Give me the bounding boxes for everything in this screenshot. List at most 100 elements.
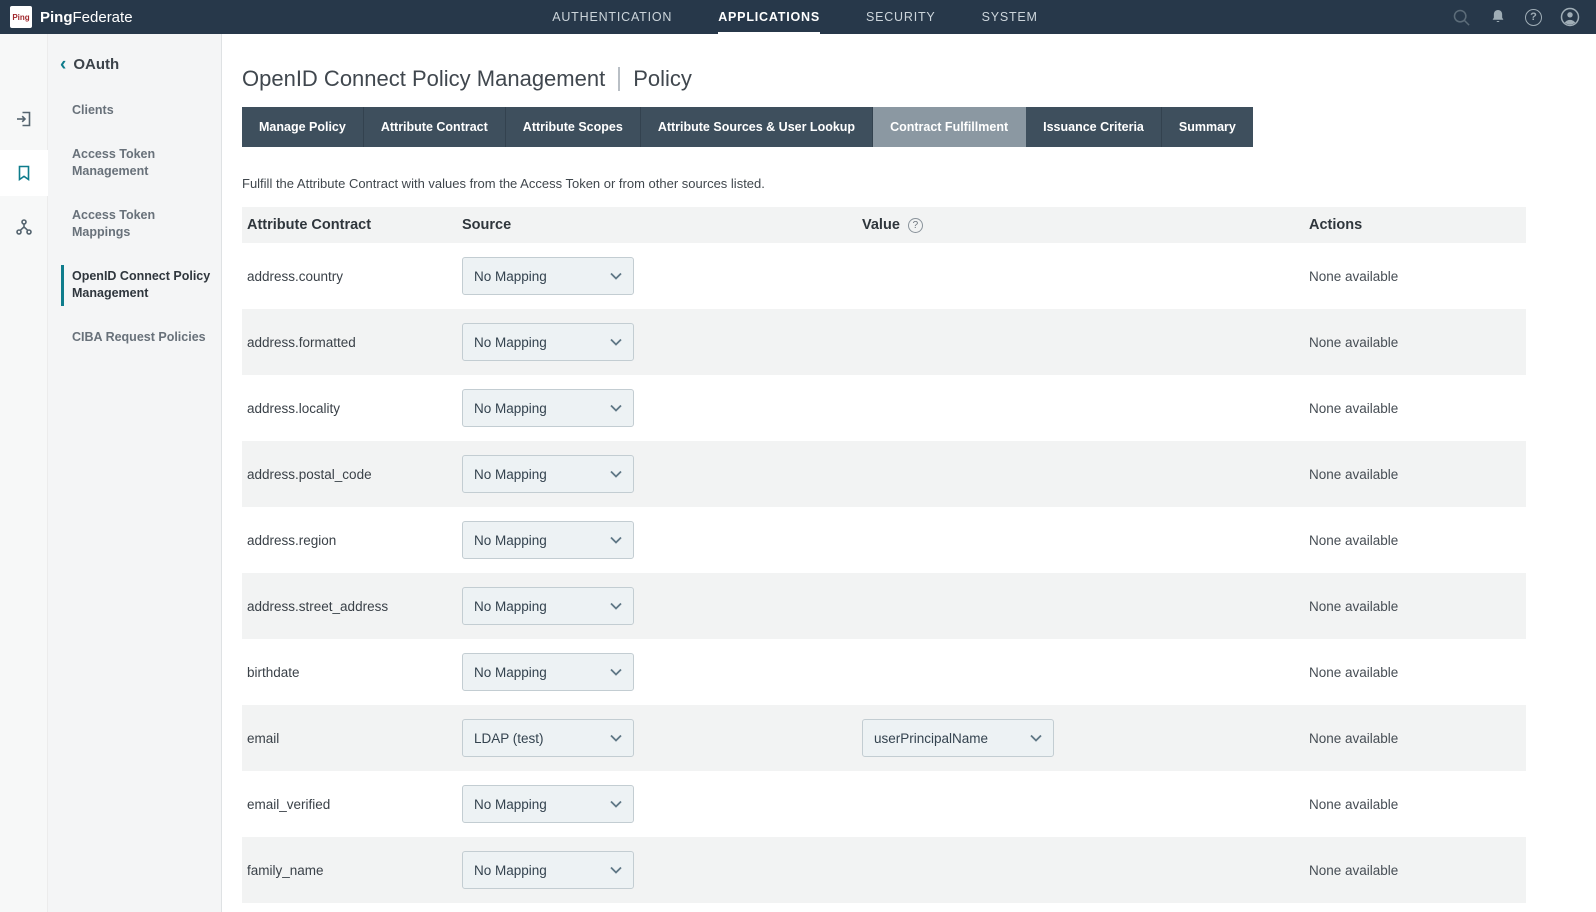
- value-select[interactable]: userPrincipalName: [862, 719, 1054, 757]
- notifications-bell-icon[interactable]: [1489, 8, 1507, 26]
- account-icon[interactable]: [1560, 7, 1580, 27]
- source-select[interactable]: No Mapping: [462, 257, 634, 295]
- app-window: Ping PingFederate AUTHENTICATION APPLICA…: [0, 0, 1596, 912]
- attribute-name: address.country: [247, 269, 343, 284]
- table-row: family_name No Mapping None available: [242, 837, 1526, 903]
- source-select-label: No Mapping: [474, 665, 547, 680]
- source-select[interactable]: LDAP (test): [462, 719, 634, 757]
- actions-text: None available: [1309, 467, 1398, 482]
- tab-attribute-sources-user-lookup[interactable]: Attribute Sources & User Lookup: [641, 107, 873, 147]
- title-divider: [618, 67, 620, 91]
- brand-federate: Federate: [73, 9, 133, 26]
- source-select-label: No Mapping: [474, 401, 547, 416]
- table-body: address.country No Mapping None availabl…: [242, 243, 1526, 903]
- table-row: address.country No Mapping None availabl…: [242, 243, 1526, 309]
- brand-text: PingFederate: [40, 9, 133, 26]
- table-row: address.formatted No Mapping None availa…: [242, 309, 1526, 375]
- source-select[interactable]: No Mapping: [462, 389, 634, 427]
- authentication-icon[interactable]: [0, 96, 48, 142]
- table-row: address.locality No Mapping None availab…: [242, 375, 1526, 441]
- source-select-label: LDAP (test): [474, 731, 544, 746]
- sidebar-back-oauth[interactable]: ‹ OAuth: [48, 56, 221, 89]
- nav-applications[interactable]: APPLICATIONS: [718, 0, 820, 34]
- nav-system[interactable]: SYSTEM: [982, 0, 1038, 34]
- chevron-down-icon: [1030, 734, 1042, 742]
- nav-authentication[interactable]: AUTHENTICATION: [552, 0, 672, 34]
- attribute-name: address.locality: [247, 401, 340, 416]
- page-body: ‹ OAuth Clients Access Token Management …: [0, 34, 1596, 912]
- source-select-label: No Mapping: [474, 335, 547, 350]
- header-source: Source: [457, 217, 857, 233]
- tab-issuance-criteria[interactable]: Issuance Criteria: [1026, 107, 1162, 147]
- sidebar-items: Clients Access Token Management Access T…: [48, 89, 221, 359]
- source-select[interactable]: No Mapping: [462, 521, 634, 559]
- source-select-label: No Mapping: [474, 467, 547, 482]
- nav-security[interactable]: SECURITY: [866, 0, 936, 34]
- attribute-name: email: [247, 731, 279, 746]
- source-select[interactable]: No Mapping: [462, 587, 634, 625]
- table-row: address.region No Mapping None available: [242, 507, 1526, 573]
- value-help-icon[interactable]: ?: [908, 218, 923, 233]
- fulfillment-table: Attribute Contract Source Value ? Action…: [242, 207, 1526, 903]
- actions-text: None available: [1309, 599, 1398, 614]
- sidebar-back-label: OAuth: [73, 56, 119, 73]
- chevron-down-icon: [610, 470, 622, 478]
- table-header: Attribute Contract Source Value ? Action…: [242, 207, 1526, 243]
- attribute-name: address.postal_code: [247, 467, 372, 482]
- page-title-sub: Policy: [633, 66, 692, 92]
- chevron-down-icon: [610, 800, 622, 808]
- sidebar-item-access-token-management[interactable]: Access Token Management: [48, 133, 221, 194]
- tab-manage-policy[interactable]: Manage Policy: [242, 107, 364, 147]
- help-icon[interactable]: ?: [1525, 9, 1542, 26]
- sidebar-item-openid-connect-policy-management[interactable]: OpenID Connect Policy Management: [48, 255, 221, 316]
- sidebar-item-ciba-request-policies[interactable]: CIBA Request Policies: [48, 316, 221, 360]
- table-row: address.street_address No Mapping None a…: [242, 573, 1526, 639]
- source-select-label: No Mapping: [474, 797, 547, 812]
- page-title: OpenID Connect Policy Management Policy: [242, 66, 1526, 92]
- icon-rail: [0, 34, 48, 912]
- source-select[interactable]: No Mapping: [462, 851, 634, 889]
- header-value-label: Value: [862, 217, 900, 233]
- tab-attribute-contract[interactable]: Attribute Contract: [364, 107, 506, 147]
- header-value: Value ?: [857, 217, 1304, 233]
- actions-text: None available: [1309, 401, 1398, 416]
- source-select-label: No Mapping: [474, 599, 547, 614]
- tab-summary[interactable]: Summary: [1162, 107, 1253, 147]
- chevron-left-icon: ‹: [60, 58, 66, 72]
- source-select-label: No Mapping: [474, 269, 547, 284]
- actions-text: None available: [1309, 665, 1398, 680]
- topbar: Ping PingFederate AUTHENTICATION APPLICA…: [0, 0, 1596, 34]
- sidebar-item-clients[interactable]: Clients: [48, 89, 221, 133]
- source-select[interactable]: No Mapping: [462, 653, 634, 691]
- security-icon[interactable]: [0, 204, 48, 250]
- source-select[interactable]: No Mapping: [462, 455, 634, 493]
- header-attribute-contract: Attribute Contract: [242, 217, 457, 233]
- chevron-down-icon: [610, 404, 622, 412]
- brand-ping: Ping: [40, 9, 73, 26]
- tab-bar: Manage Policy Attribute Contract Attribu…: [242, 107, 1253, 147]
- table-row: email LDAP (test) userPrincipalName None…: [242, 705, 1526, 771]
- table-row: address.postal_code No Mapping None avai…: [242, 441, 1526, 507]
- page-title-main: OpenID Connect Policy Management: [242, 66, 605, 92]
- attribute-name: address.formatted: [247, 335, 356, 350]
- brand: Ping PingFederate: [10, 6, 250, 28]
- ping-logo-icon: Ping: [10, 6, 32, 28]
- attribute-name: address.street_address: [247, 599, 388, 614]
- sidebar-item-access-token-mappings[interactable]: Access Token Mappings: [48, 194, 221, 255]
- actions-text: None available: [1309, 797, 1398, 812]
- attribute-name: email_verified: [247, 797, 330, 812]
- header-actions: Actions: [1304, 217, 1526, 233]
- chevron-down-icon: [610, 272, 622, 280]
- tab-contract-fulfillment[interactable]: Contract Fulfillment: [873, 107, 1026, 147]
- source-select[interactable]: No Mapping: [462, 323, 634, 361]
- search-icon[interactable]: [1452, 8, 1471, 27]
- applications-icon[interactable]: [0, 150, 48, 196]
- actions-text: None available: [1309, 533, 1398, 548]
- attribute-name: family_name: [247, 863, 324, 878]
- source-select-label: No Mapping: [474, 863, 547, 878]
- main-content: OpenID Connect Policy Management Policy …: [222, 34, 1596, 912]
- page-description: Fulfill the Attribute Contract with valu…: [242, 176, 1526, 191]
- source-select[interactable]: No Mapping: [462, 785, 634, 823]
- tab-attribute-scopes[interactable]: Attribute Scopes: [506, 107, 641, 147]
- attribute-name: address.region: [247, 533, 336, 548]
